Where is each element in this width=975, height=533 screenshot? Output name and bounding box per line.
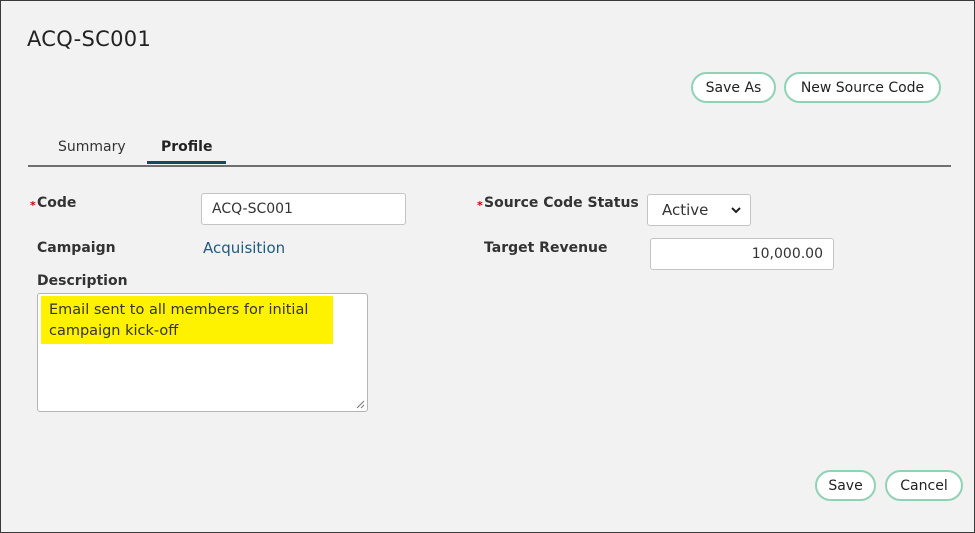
tab-summary[interactable]: Summary <box>58 139 126 155</box>
code-label: Code <box>37 195 77 211</box>
source-code-status-value: Active <box>662 201 709 219</box>
target-revenue-label: Target Revenue <box>484 240 608 256</box>
source-code-status-label: Source Code Status <box>484 195 639 211</box>
source-code-status-select[interactable]: Active <box>647 194 751 226</box>
required-marker: * <box>30 199 36 212</box>
tab-bar: Summary Profile <box>28 131 951 167</box>
tab-profile[interactable]: Profile <box>147 139 227 164</box>
code-input[interactable] <box>201 193 406 225</box>
source-code-dialog: ACQ-SC001 Save As New Source Code Summar… <box>0 0 975 533</box>
cancel-button[interactable]: Cancel <box>885 470 963 501</box>
campaign-label: Campaign <box>37 240 116 256</box>
page-title: ACQ-SC001 <box>27 27 152 51</box>
campaign-link[interactable]: Acquisition <box>203 239 285 257</box>
save-button[interactable]: Save <box>815 470 876 501</box>
target-revenue-input[interactable] <box>650 238 834 270</box>
chevron-down-icon <box>731 207 741 214</box>
description-textarea[interactable]: Email sent to all members for initial ca… <box>37 293 368 412</box>
description-label: Description <box>37 273 128 289</box>
new-source-code-button[interactable]: New Source Code <box>784 72 941 103</box>
resize-grip-icon[interactable] <box>356 400 365 409</box>
description-text: Email sent to all members for initial ca… <box>41 296 333 344</box>
save-as-button[interactable]: Save As <box>691 72 776 103</box>
required-marker: * <box>477 199 483 212</box>
